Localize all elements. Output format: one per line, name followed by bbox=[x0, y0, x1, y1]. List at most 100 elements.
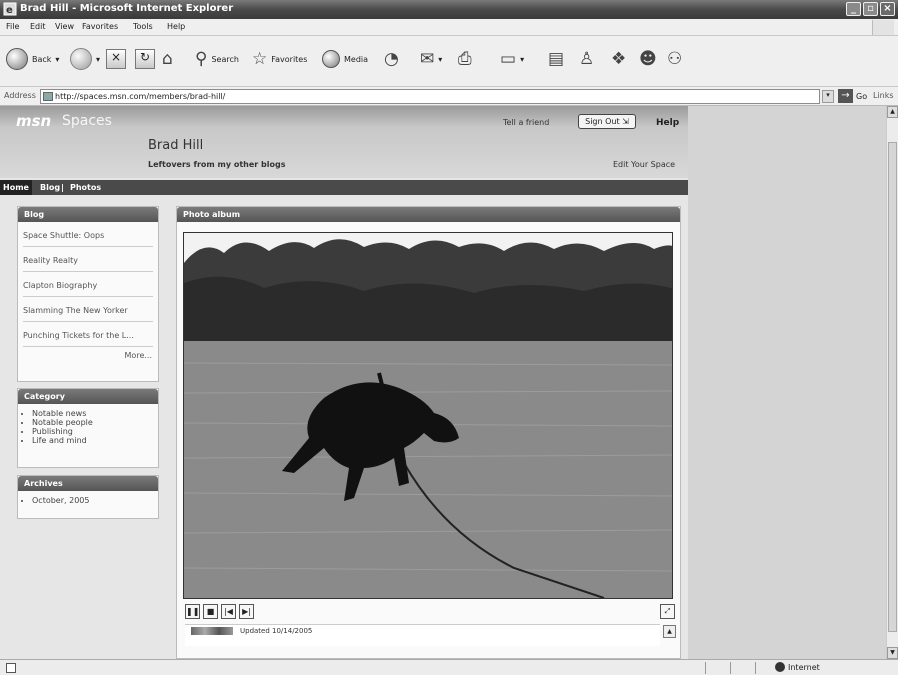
print-button[interactable]: ⎙ bbox=[458, 46, 472, 72]
go-label: Go bbox=[856, 91, 868, 101]
expand-icon: ⤢ bbox=[664, 607, 671, 615]
category-item[interactable]: Life and mind bbox=[32, 436, 158, 445]
album-thumbnail[interactable] bbox=[191, 627, 233, 635]
research-icon: ❖ bbox=[611, 49, 627, 69]
page-background-right bbox=[688, 106, 886, 659]
links-button[interactable]: Links bbox=[873, 91, 894, 100]
menu-tools[interactable]: Tools bbox=[133, 22, 153, 31]
category-item[interactable]: Notable people bbox=[32, 418, 158, 427]
scroll-thumb[interactable] bbox=[888, 142, 897, 632]
blog-more-link[interactable]: More... bbox=[18, 351, 158, 360]
tool-extra-button[interactable]: ☻ bbox=[639, 46, 657, 72]
nav-photos[interactable]: Photos bbox=[70, 183, 101, 192]
album-filmstrip: Updated 10/14/2005 bbox=[185, 624, 660, 646]
address-input[interactable]: http://spaces.msn.com/members/brad-hill/ bbox=[40, 89, 820, 104]
dog-lake-photo bbox=[184, 233, 672, 598]
favorites-button[interactable]: ☆ Favorites bbox=[252, 46, 307, 72]
window-title: Brad Hill - Microsoft Internet Explorer bbox=[20, 3, 234, 14]
minimize-button[interactable]: _ bbox=[846, 2, 861, 16]
home-button[interactable]: ⌂ bbox=[162, 46, 173, 72]
msn-logo[interactable]: msn bbox=[16, 112, 51, 130]
filmstrip-scroll-up-button[interactable]: ▲ bbox=[663, 625, 676, 638]
home-icon: ⌂ bbox=[162, 49, 173, 69]
category-item[interactable]: Publishing bbox=[32, 427, 158, 436]
back-button[interactable]: Back ▾ bbox=[6, 46, 59, 72]
space-subtitle: Leftovers from my other blogs bbox=[148, 160, 286, 169]
scroll-up-icon[interactable]: ▲ bbox=[887, 106, 898, 118]
sign-out-icon: ⇲ bbox=[622, 117, 629, 126]
vertical-scrollbar[interactable]: ▲ ▼ bbox=[886, 106, 898, 659]
expand-button[interactable]: ⤢ bbox=[660, 604, 675, 619]
status-divider bbox=[705, 662, 706, 674]
archive-item[interactable]: October, 2005 bbox=[32, 496, 158, 505]
refresh-button[interactable]: ↻ bbox=[135, 46, 155, 72]
mail-button[interactable]: ✉ ▾ bbox=[420, 46, 442, 72]
address-label: Address bbox=[4, 91, 36, 100]
search-label: Search bbox=[211, 54, 239, 64]
go-button[interactable]: → Go bbox=[838, 89, 867, 103]
edit-button[interactable]: ▭ ▾ bbox=[500, 46, 524, 72]
windows-logo-icon bbox=[872, 20, 894, 35]
next-button[interactable]: ▶| bbox=[239, 604, 254, 619]
back-dropdown-icon[interactable]: ▾ bbox=[55, 55, 59, 64]
nav-home[interactable]: Home bbox=[0, 180, 32, 195]
edit-your-space-link[interactable]: Edit Your Space bbox=[613, 160, 675, 169]
messenger-button[interactable]: ♙ bbox=[579, 46, 594, 72]
page-status-icon bbox=[6, 663, 16, 673]
stop-button[interactable]: × bbox=[106, 46, 126, 72]
slideshow-controls: ❚❚ ■ |◀ ▶| bbox=[185, 604, 254, 619]
refresh-icon: ↻ bbox=[135, 49, 155, 69]
nav-blog[interactable]: Blog bbox=[40, 183, 60, 192]
space-title[interactable]: Brad Hill bbox=[148, 138, 203, 153]
history-button[interactable]: ◔ bbox=[384, 46, 399, 72]
media-button[interactable]: Media bbox=[322, 46, 368, 72]
messenger-buddy-icon: ☻ bbox=[639, 49, 657, 69]
go-arrow-icon: → bbox=[838, 89, 853, 103]
history-icon: ◔ bbox=[384, 49, 399, 69]
forward-dropdown-icon[interactable]: ▾ bbox=[96, 55, 100, 64]
menu-edit[interactable]: Edit bbox=[30, 22, 46, 31]
address-dropdown-button[interactable]: ▾ bbox=[822, 90, 834, 103]
category-item[interactable]: Notable news bbox=[32, 409, 158, 418]
ie-logo-icon: e bbox=[3, 2, 17, 16]
tell-a-friend-link[interactable]: Tell a friend bbox=[503, 118, 549, 127]
favorites-star-icon: ☆ bbox=[252, 49, 268, 69]
edit-icon: ▭ bbox=[500, 49, 517, 69]
discuss-button[interactable]: ▤ bbox=[548, 46, 564, 72]
blog-entry[interactable]: Slamming The New Yorker bbox=[23, 297, 153, 322]
sign-out-label: Sign Out bbox=[585, 117, 620, 126]
menu-view[interactable]: View bbox=[55, 22, 74, 31]
forward-button[interactable]: ▾ bbox=[70, 46, 100, 72]
scroll-down-icon[interactable]: ▼ bbox=[887, 647, 898, 659]
maximize-button[interactable]: ▫ bbox=[863, 2, 878, 16]
stop-button[interactable]: ■ bbox=[203, 604, 218, 619]
status-bar: Internet bbox=[0, 659, 898, 675]
photo-image[interactable] bbox=[183, 232, 673, 599]
sign-out-button[interactable]: Sign Out ⇲ bbox=[578, 114, 636, 129]
research-button[interactable]: ❖ bbox=[611, 46, 626, 72]
menu-bar: File Edit View Favorites Tools Help bbox=[0, 19, 898, 36]
tool-people-button[interactable]: ⚇ bbox=[667, 46, 682, 72]
help-link[interactable]: Help bbox=[656, 118, 679, 128]
messenger-icon: ♙ bbox=[579, 49, 595, 69]
spaces-label[interactable]: Spaces bbox=[62, 113, 112, 129]
status-divider bbox=[755, 662, 756, 674]
menu-help[interactable]: Help bbox=[167, 22, 185, 31]
blog-entry[interactable]: Space Shuttle: Oops bbox=[23, 222, 153, 247]
menu-favorites[interactable]: Favorites bbox=[82, 22, 118, 31]
msn-space-page: msn Spaces Tell a friend Sign Out ⇲ Help… bbox=[0, 106, 688, 659]
pause-button[interactable]: ❚❚ bbox=[185, 604, 200, 619]
previous-button[interactable]: |◀ bbox=[221, 604, 236, 619]
blog-entry[interactable]: Punching Tickets for the L... bbox=[23, 322, 153, 347]
next-icon: ▶| bbox=[242, 607, 251, 616]
close-button[interactable]: × bbox=[880, 2, 895, 16]
space-nav: Home Blog | Photos bbox=[0, 180, 688, 195]
discuss-icon: ▤ bbox=[548, 49, 565, 69]
search-icon: ⚲ bbox=[195, 49, 208, 69]
address-url: http://spaces.msn.com/members/brad-hill/ bbox=[55, 92, 226, 101]
blog-entry[interactable]: Clapton Biography bbox=[23, 272, 153, 297]
menu-file[interactable]: File bbox=[6, 22, 19, 31]
blog-entry[interactable]: Reality Realty bbox=[23, 247, 153, 272]
search-button[interactable]: ⚲ Search bbox=[195, 46, 239, 72]
previous-icon: |◀ bbox=[224, 607, 233, 616]
